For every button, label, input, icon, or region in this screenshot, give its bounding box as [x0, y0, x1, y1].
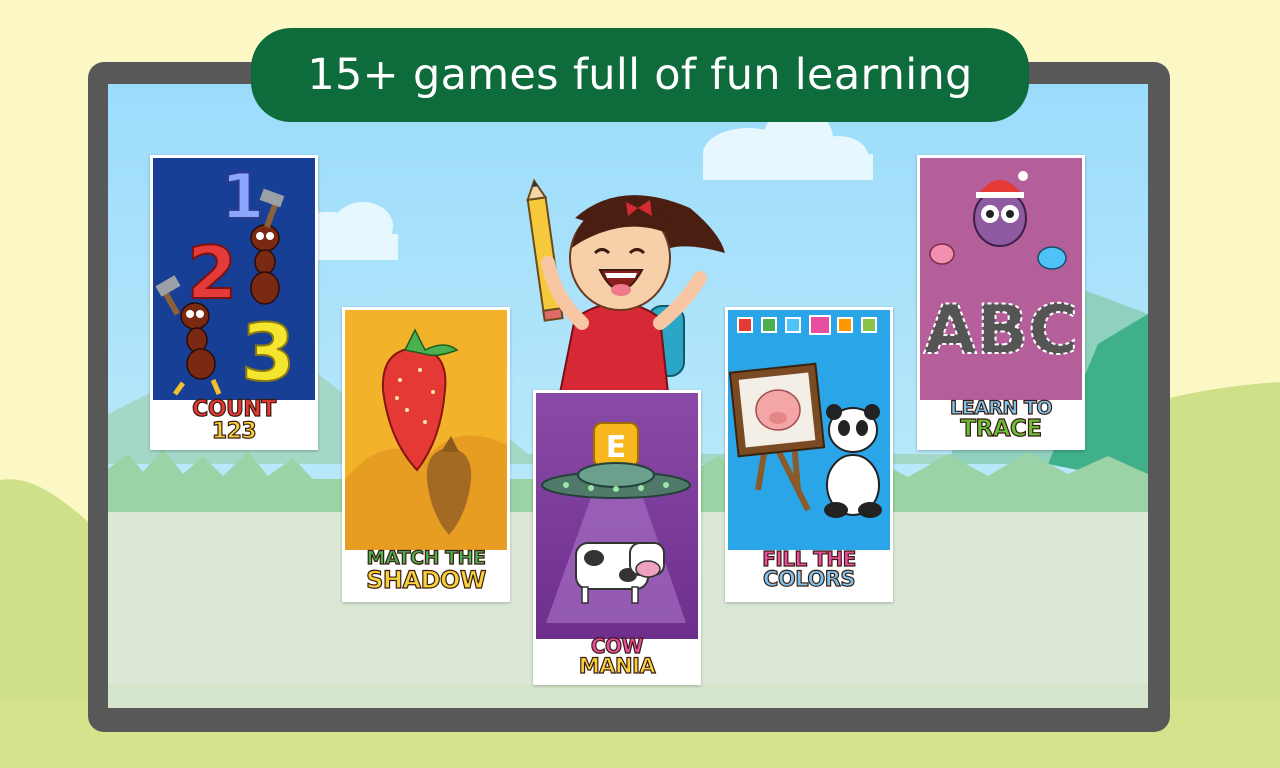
- letter-badge: E: [606, 430, 627, 465]
- card-label-colors: FILL THE COLORS: [725, 547, 893, 591]
- game-card-match-the-shadow[interactable]: MATCH THE SHADOW: [342, 307, 510, 602]
- card-label-cow: COW MANIA: [533, 634, 701, 678]
- card-label-line2: MANIA: [578, 654, 656, 678]
- girl-mascot-illustration: [526, 178, 725, 393]
- game-card-cow-mania[interactable]: E COW MANIA: [533, 390, 701, 685]
- card-label-line1: FILL THE: [762, 547, 857, 571]
- card-label-line2: 123: [211, 419, 257, 444]
- count-number-1: 1: [221, 160, 264, 233]
- game-card-fill-the-colors[interactable]: FILL THE COLORS: [725, 307, 893, 602]
- card-label-line1: COW: [590, 634, 644, 658]
- ants-numbers-art: 1 2 3: [153, 158, 315, 400]
- game-card-learn-to-trace[interactable]: ABC LEARN TO TRACE: [917, 155, 1085, 450]
- card-label-line2: TRACE: [960, 416, 1043, 442]
- ufo-cow-art: E: [536, 393, 698, 639]
- headline-banner: 15+ games full of fun learning: [251, 28, 1029, 122]
- card-label-count: COUNT 123: [150, 397, 318, 444]
- headline-text: 15+ games full of fun learning: [307, 50, 973, 100]
- card-label-trace: LEARN TO TRACE: [917, 398, 1085, 442]
- count-number-3: 3: [241, 309, 295, 399]
- card-label-line2: SHADOW: [366, 566, 487, 594]
- panda-easel-art: [728, 310, 890, 550]
- trace-letters: ABC: [924, 291, 1078, 370]
- game-card-count-123[interactable]: 1 2 3 COUNT 123: [150, 155, 318, 450]
- card-label-line2: COLORS: [762, 567, 856, 591]
- card-label-shadow: MATCH THE SHADOW: [342, 548, 510, 594]
- card-label-line1: COUNT: [192, 397, 277, 422]
- owl-abc-art: ABC: [920, 158, 1082, 400]
- strawberry-shadow-art: [345, 310, 507, 550]
